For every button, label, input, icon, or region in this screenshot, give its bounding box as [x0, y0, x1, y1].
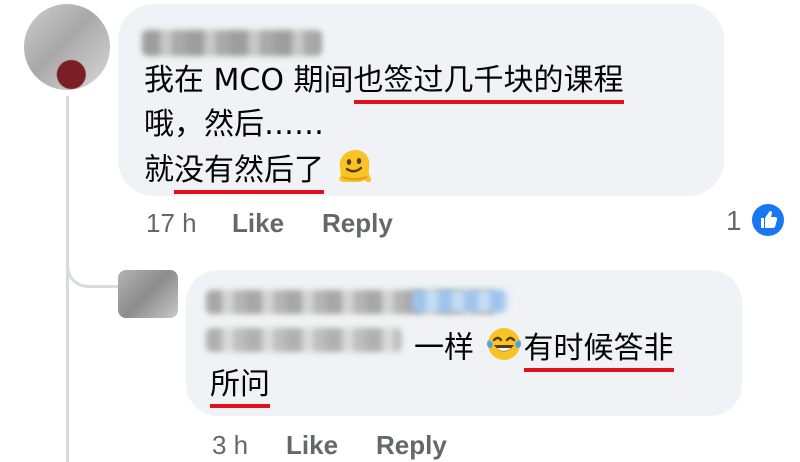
reply-text: 一样 [414, 330, 474, 366]
reaction-count[interactable]: 1 [726, 205, 742, 237]
like-thumbs-up-icon[interactable] [752, 204, 784, 236]
comment-text-line-2: 哦，然后…… [144, 106, 324, 144]
comment-text-line-1: 我在 MCO 期间也签过几千块的课程 [144, 62, 624, 104]
like-button[interactable]: Like [232, 208, 284, 239]
thread-line [66, 96, 69, 462]
comment-text: 我在 MCO 期间 [144, 63, 354, 98]
reply-text-line-2: 所问 [210, 366, 270, 408]
melting-face-icon [334, 146, 374, 196]
author-name-blurred[interactable] [142, 30, 322, 56]
comment-text-line-3: 就没有然后了 [144, 146, 374, 196]
reply-text-line-1: 一样 有时候答非 [414, 324, 674, 374]
timestamp[interactable]: 17 h [146, 208, 197, 239]
tears-of-joy-icon [484, 324, 524, 374]
avatar[interactable] [118, 270, 178, 318]
avatar[interactable] [24, 4, 110, 90]
timestamp[interactable]: 3 h [212, 430, 248, 461]
comment-text-underlined: 也签过几千块的课程 [353, 63, 624, 104]
like-button[interactable]: Like [286, 430, 338, 461]
reply-button[interactable]: Reply [376, 430, 447, 461]
reply-button[interactable]: Reply [322, 208, 393, 239]
comment-text-underlined: 没有然后了 [174, 152, 324, 194]
reply-connector [66, 240, 120, 288]
reply-text-underlined: 有时候答非 [523, 330, 674, 372]
reply-text-underlined: 所问 [210, 367, 270, 408]
mention-blurred[interactable] [206, 328, 402, 352]
comment-text: 就 [144, 152, 174, 188]
comment-text: 哦，然后…… [144, 107, 324, 142]
author-tag-blurred[interactable] [412, 290, 508, 312]
